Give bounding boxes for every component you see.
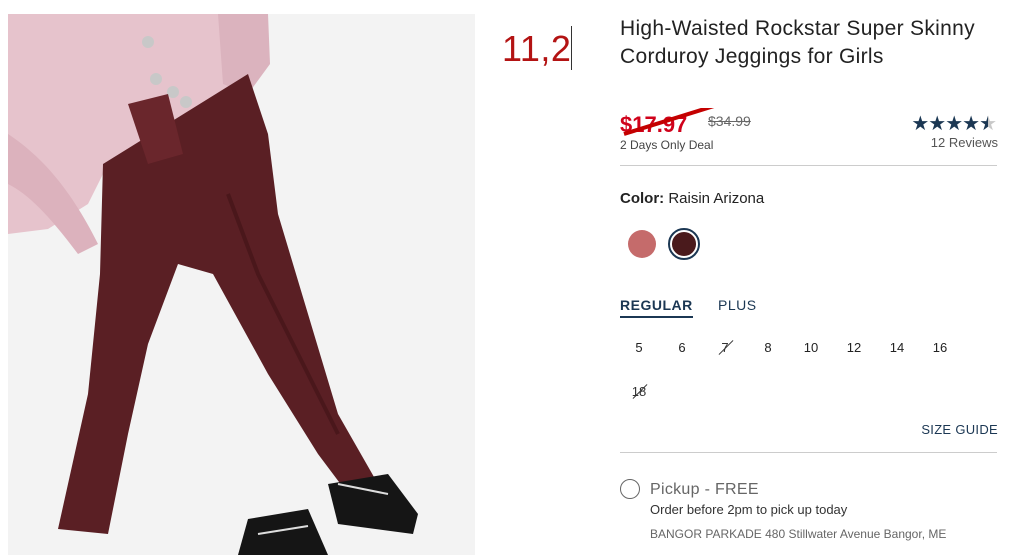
- original-price: $34.99: [708, 113, 751, 129]
- divider: [620, 165, 997, 166]
- color-label: Color:: [620, 190, 665, 207]
- store-address: BANGOR PARKADE 480 Stillwater Avenue Ban…: [650, 527, 947, 541]
- product-photo-illustration: [8, 14, 475, 555]
- size-option[interactable]: 8: [753, 336, 783, 360]
- product-title: High-Waisted Rockstar Super Skinny Cordu…: [620, 17, 975, 68]
- rating-stars-icon[interactable]: ★★★★★★: [911, 111, 997, 136]
- size-option[interactable]: 10: [796, 336, 826, 360]
- divider: [620, 452, 997, 453]
- pickup-subtext: Order before 2pm to pick up today: [650, 502, 848, 517]
- pickup-label: Pickup - FREE: [650, 481, 759, 498]
- size-option[interactable]: 6: [667, 336, 697, 360]
- price-strike-mark: [623, 108, 715, 136]
- deal-label: 2 Days Only Deal: [620, 138, 714, 152]
- price-row: $17.97 $34.99 2 Days Only Deal ★★★★★★ 12…: [620, 108, 998, 158]
- size-option[interactable]: 5: [624, 336, 654, 360]
- size-option-unavailable[interactable]: 18: [624, 380, 654, 404]
- size-guide-link[interactable]: SIZE GUIDE: [921, 422, 998, 437]
- pickup-radio[interactable]: [620, 479, 640, 499]
- tab-plus[interactable]: PLUS: [718, 297, 757, 313]
- tab-regular[interactable]: REGULAR: [620, 297, 693, 318]
- text-cursor: [571, 26, 572, 70]
- color-name: Raisin Arizona: [668, 190, 765, 207]
- swatch-rose[interactable]: [628, 230, 656, 258]
- size-option[interactable]: 14: [882, 336, 912, 360]
- color-row: Color: Raisin Arizona: [620, 190, 764, 207]
- product-page: 11,2 High-Waisted Rockstar Super Skinny …: [0, 0, 1031, 555]
- reviews-link[interactable]: 12 Reviews: [931, 135, 998, 150]
- size-option[interactable]: 16: [925, 336, 955, 360]
- annotation-text: 11,2: [502, 28, 572, 69]
- size-option[interactable]: 12: [839, 336, 869, 360]
- product-image[interactable]: [8, 14, 475, 555]
- swatch-raisin[interactable]: [671, 231, 697, 257]
- size-option-unavailable[interactable]: 7: [710, 336, 740, 360]
